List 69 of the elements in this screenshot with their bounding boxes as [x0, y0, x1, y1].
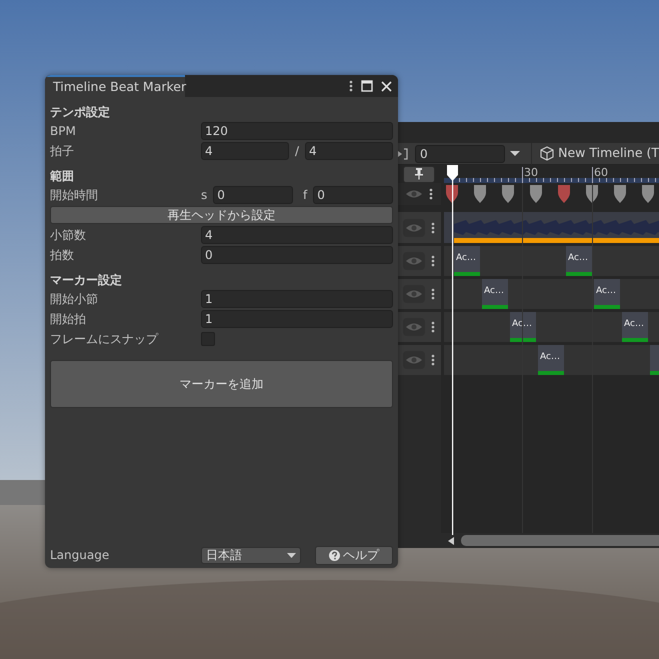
- help-icon: [329, 550, 340, 560]
- language-dropdown[interactable]: 日本語: [201, 546, 301, 564]
- ruler-label: 60: [594, 165, 608, 181]
- input-field[interactable]: 4: [201, 142, 289, 160]
- input-field[interactable]: 4: [305, 142, 394, 160]
- dropdown-caret-icon[interactable]: [509, 150, 522, 157]
- more-options-icon[interactable]: [431, 255, 435, 267]
- field-label: BPM: [50, 123, 77, 140]
- time-ruler-drawing[interactable]: [444, 165, 659, 183]
- close-icon[interactable]: [381, 80, 392, 92]
- field-label: 拍数: [50, 247, 75, 264]
- activation-clip[interactable]: [650, 345, 659, 375]
- pin-icon: [414, 168, 424, 180]
- field-label: 開始小節: [50, 291, 99, 308]
- input-field[interactable]: 1: [201, 310, 393, 328]
- field-label: フレームにスナップ: [50, 331, 160, 348]
- add-marker-button[interactable]: マーカーを追加: [50, 360, 393, 408]
- maximize-icon[interactable]: [361, 80, 373, 92]
- help-button[interactable]: ヘルプ: [315, 546, 393, 564]
- activation-clip[interactable]: Ac…: [566, 246, 592, 276]
- more-options-icon[interactable]: [349, 80, 353, 92]
- field-label: 開始拍: [50, 311, 87, 328]
- input-field[interactable]: 0: [213, 186, 294, 204]
- marker-icon[interactable]: [614, 185, 626, 203]
- more-options-icon[interactable]: [431, 321, 435, 333]
- more-options-icon[interactable]: [431, 354, 435, 366]
- field-label: Language: [50, 547, 110, 564]
- timeline-asset-name[interactable]: New Timeline (T: [558, 144, 659, 163]
- scroll-left-icon[interactable]: [448, 536, 454, 544]
- input-field[interactable]: 120: [201, 122, 393, 140]
- scrollbar-thumb[interactable]: [461, 535, 659, 546]
- more-options-icon[interactable]: [429, 188, 433, 200]
- activation-clip[interactable]: Ac…: [454, 246, 480, 276]
- cube-icon: [540, 146, 554, 161]
- more-options-icon[interactable]: [431, 288, 435, 300]
- field-label: 開始時間: [50, 187, 99, 204]
- marker-icon[interactable]: [446, 185, 458, 203]
- activation-clip[interactable]: Ac…: [510, 312, 536, 342]
- more-options-icon[interactable]: [431, 222, 435, 234]
- activation-clip[interactable]: Ac…: [622, 312, 648, 342]
- pin-button[interactable]: [403, 166, 435, 182]
- section-heading: マーカー設定: [50, 272, 123, 289]
- set-from-playhead-button[interactable]: 再生ヘッドから設定: [50, 206, 393, 224]
- input-field[interactable]: 0: [313, 186, 393, 204]
- section-heading: テンポ設定: [50, 104, 111, 121]
- marker-icon[interactable]: [502, 185, 514, 203]
- field-label: f: [303, 187, 308, 204]
- marker-icon[interactable]: [474, 185, 486, 203]
- field-label: 小節数: [50, 227, 87, 244]
- frame-field[interactable]: 0: [415, 144, 506, 162]
- ruler-label: 30: [524, 165, 538, 181]
- input-field[interactable]: 0: [201, 246, 393, 264]
- marker-icon[interactable]: [558, 185, 570, 203]
- activation-clip[interactable]: Ac…: [594, 279, 620, 309]
- field-label: 拍子: [50, 143, 75, 160]
- input-field[interactable]: 1: [201, 290, 393, 308]
- marker-icon[interactable]: [642, 185, 654, 203]
- marker-icon[interactable]: [530, 185, 542, 203]
- separator-label: /: [294, 143, 300, 160]
- frame-end-icon[interactable]: [397, 146, 409, 162]
- playhead[interactable]: [447, 165, 458, 535]
- window-tab[interactable]: Timeline Beat Marker: [45, 75, 185, 97]
- section-heading: 範囲: [50, 168, 75, 185]
- activation-clip[interactable]: Ac…: [538, 345, 564, 375]
- dropdown-caret-icon: [287, 552, 296, 558]
- field-label: s: [201, 187, 208, 204]
- input-field[interactable]: 4: [201, 226, 393, 244]
- activation-clip[interactable]: Ac…: [482, 279, 508, 309]
- marker-icon[interactable]: [586, 185, 598, 203]
